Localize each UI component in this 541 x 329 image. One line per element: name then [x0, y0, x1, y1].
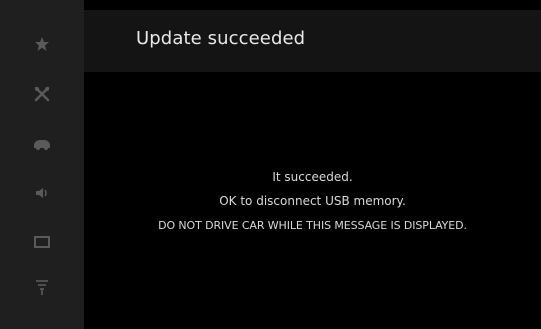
- sidebar-item-audio[interactable]: [0, 173, 84, 213]
- sidebar-item-favorites[interactable]: [0, 24, 84, 64]
- speaker-icon: [34, 185, 50, 201]
- sidebar-item-vehicle[interactable]: [0, 124, 84, 164]
- sidebar-item-settings[interactable]: [0, 74, 84, 114]
- page-title: Update succeeded: [136, 28, 306, 49]
- sidebar-item-connectivity[interactable]: [0, 267, 84, 307]
- tools-icon: [34, 86, 50, 102]
- antenna-icon: [34, 278, 50, 296]
- sidebar-item-display[interactable]: [0, 222, 84, 262]
- car-icon: [33, 137, 51, 151]
- sidebar: [0, 0, 84, 329]
- display-icon: [33, 235, 51, 249]
- warning-message: DO NOT DRIVE CAR WHILE THIS MESSAGE IS D…: [158, 219, 467, 232]
- title-bar: Update succeeded: [84, 10, 541, 72]
- success-message: It succeeded.: [272, 170, 353, 184]
- disconnect-message: OK to disconnect USB memory.: [219, 194, 406, 208]
- star-icon: [34, 36, 50, 52]
- update-screen: Update succeeded It succeeded. OK to dis…: [0, 0, 541, 329]
